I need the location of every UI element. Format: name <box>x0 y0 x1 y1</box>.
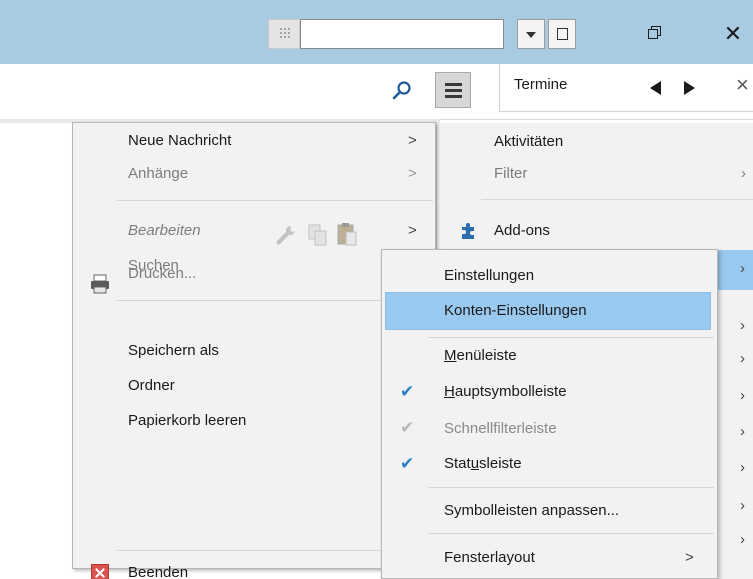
submenu-arrow-icon: › <box>740 350 745 367</box>
checkmark-icon: ✔ <box>400 382 415 401</box>
today-pane-header: Termine × <box>499 64 753 112</box>
restore-window-button[interactable] <box>636 17 676 51</box>
divider <box>499 111 753 112</box>
menu-separator <box>117 200 433 201</box>
submenu-arrow-icon: › <box>740 531 745 548</box>
submenu-arrow-icon: › <box>740 387 745 404</box>
submenu-arrow-icon: › <box>740 423 745 440</box>
menu-item-attachments[interactable]: Anhänge <box>128 165 188 182</box>
menu-item-preferences[interactable]: Einstellungen <box>444 267 534 284</box>
submenu-arrow-icon: › <box>740 317 745 334</box>
chevron-down-icon <box>526 32 536 38</box>
app-menu-item-filter[interactable]: Filter <box>494 165 527 182</box>
search-icon[interactable] <box>391 80 413 102</box>
menu-item-customize-toolbars[interactable]: Symbolleisten anpassen... <box>444 502 619 519</box>
menu-item-edit[interactable]: Bearbeiten <box>128 222 201 239</box>
close-icon: ✕ <box>723 21 743 46</box>
toolbar-grip-icon[interactable] <box>268 19 300 49</box>
menu-item-new-message[interactable]: Neue Nachricht <box>128 132 231 149</box>
triangle-right-icon[interactable] <box>684 81 695 95</box>
submenu-arrow-icon: > <box>408 132 417 149</box>
app-menu-item-addons[interactable]: Add-ons <box>494 222 550 239</box>
checkmark-icon: ✔ <box>400 454 415 473</box>
menu-separator <box>481 199 753 200</box>
view-toggle-button[interactable] <box>548 19 576 49</box>
quick-filter-input[interactable] <box>300 19 504 49</box>
submenu-arrow-icon: › <box>741 165 746 182</box>
menu-separator <box>428 533 714 534</box>
quit-icon <box>91 564 109 579</box>
menu-item-quit[interactable]: Beenden <box>128 564 188 579</box>
paste-icon <box>337 223 357 246</box>
menu-separator <box>428 487 714 488</box>
menu-item-main-toolbar[interactable]: Hauptsymbolleiste <box>444 383 567 400</box>
view-submenu: Einstellungen Konten-Einstellungen Menül… <box>381 249 718 579</box>
puzzle-piece-icon <box>462 223 474 239</box>
copy-icon <box>308 224 327 246</box>
hamburger-menu-button[interactable] <box>435 72 471 108</box>
close-window-button[interactable]: ✕ <box>713 17 753 51</box>
menu-item-empty-trash[interactable]: Papierkorb leeren <box>128 412 246 429</box>
menu-separator <box>428 337 714 338</box>
square-icon <box>557 28 568 40</box>
dropdown-button[interactable] <box>517 19 545 49</box>
menu-item-window-layout[interactable]: Fensterlayout <box>444 549 535 566</box>
triangle-left-icon[interactable] <box>650 81 661 95</box>
submenu-arrow-icon: › <box>740 459 745 476</box>
submenu-arrow-icon: › <box>740 497 745 514</box>
submenu-arrow-icon: > <box>408 165 417 182</box>
menu-item-account-settings[interactable]: Konten-Einstellungen <box>444 302 587 319</box>
app-menu-item-activities[interactable]: Aktivitäten <box>494 133 563 150</box>
submenu-arrow-icon: > <box>408 222 417 239</box>
menu-item-quick-filter-bar[interactable]: Schnellfilterleiste <box>444 420 557 437</box>
menu-item-status-bar[interactable]: Statusleiste <box>444 455 522 472</box>
close-icon[interactable]: × <box>736 72 749 98</box>
submenu-arrow-icon: > <box>685 549 694 566</box>
checkmark-icon: ✔ <box>400 418 415 437</box>
today-pane-title[interactable]: Termine <box>514 76 567 93</box>
printer-icon <box>91 274 109 294</box>
menu-item-save-as[interactable]: Speichern als <box>128 342 219 359</box>
menu-item-print[interactable]: Drucken... <box>128 265 196 282</box>
menu-item-folder[interactable]: Ordner <box>128 377 175 394</box>
menu-item-menubar[interactable]: Menüleiste <box>444 347 517 364</box>
submenu-arrow-icon: › <box>740 260 745 277</box>
wrench-icon <box>276 226 295 245</box>
